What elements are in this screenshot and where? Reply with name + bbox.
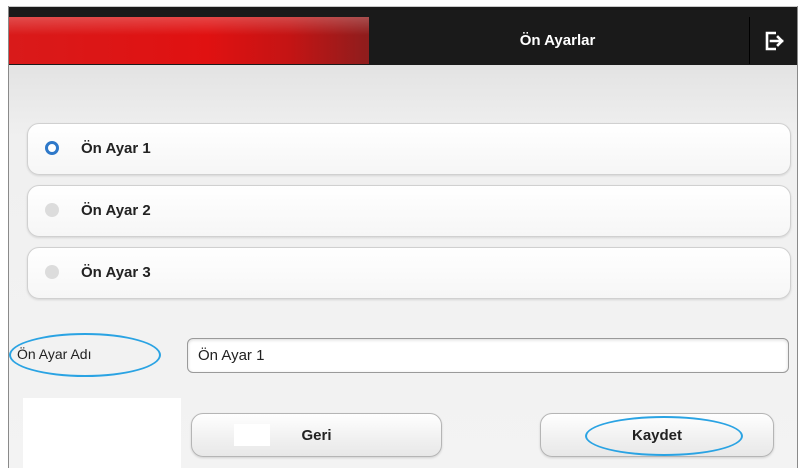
preset-name-label: Ön Ayar Adı	[17, 346, 92, 362]
preset-option-label: Ön Ayar 2	[81, 202, 151, 219]
back-button[interactable]: Geri	[191, 413, 442, 457]
preset-option-1[interactable]: Ön Ayar 1	[27, 123, 791, 175]
header-accent-bar	[9, 17, 369, 64]
save-button-label: Kaydet	[631, 426, 683, 444]
preset-option-3[interactable]: Ön Ayar 3	[27, 247, 791, 299]
radio-unselected-icon	[45, 203, 59, 217]
preset-name-input[interactable]	[187, 338, 789, 373]
app-window: Ön Ayarlar Ön Ayar 1 Ön Ayar 2 Ön Ayar 3…	[8, 6, 798, 468]
button-blank-patch	[234, 424, 270, 446]
radio-selected-icon	[45, 141, 59, 155]
page-title: Ön Ayarlar	[519, 32, 596, 49]
preset-option-label: Ön Ayar 3	[81, 264, 151, 281]
exit-button[interactable]	[749, 17, 798, 64]
header-bar: Ön Ayarlar	[9, 6, 797, 66]
back-button-label: Geri	[301, 426, 332, 444]
main-content: Ön Ayar 1 Ön Ayar 2 Ön Ayar 3 Ön Ayar Ad…	[9, 65, 797, 468]
exit-icon	[765, 31, 784, 50]
save-button[interactable]: Kaydet	[540, 413, 774, 457]
preset-option-2[interactable]: Ön Ayar 2	[27, 185, 791, 237]
radio-unselected-icon	[45, 265, 59, 279]
blank-area	[23, 398, 181, 468]
preset-option-label: Ön Ayar 1	[81, 140, 151, 157]
